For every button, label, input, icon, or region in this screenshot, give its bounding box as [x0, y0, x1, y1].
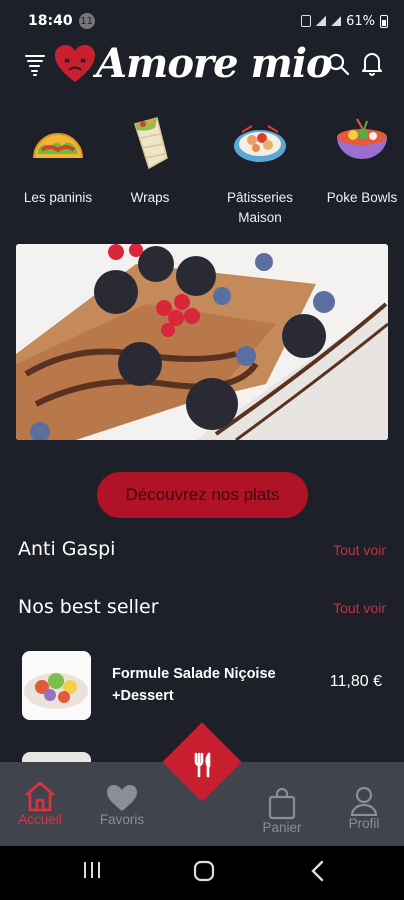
category-paninis[interactable]: Les paninis	[8, 112, 108, 208]
poke-bowl-icon	[332, 112, 392, 172]
category-list: Les paninis Wraps Pâtisseries Maison Pok…	[0, 112, 404, 232]
product-item[interactable]: Formule Salade Niçoise +Dessert 11,80 €	[22, 651, 386, 721]
wifi-signal-icon	[331, 16, 342, 26]
category-label: Pâtisseries Maison	[226, 190, 294, 225]
taco-icon	[28, 112, 88, 172]
status-icons: 61%	[301, 14, 388, 29]
product-name: Formule Salade Niçoise +Dessert	[112, 666, 276, 704]
dessert-illustration	[16, 244, 388, 440]
fork-knife-icon[interactable]	[188, 750, 218, 780]
battery-icon	[380, 14, 388, 28]
nav-cart[interactable]: Panier	[242, 784, 322, 835]
tornado-icon[interactable]	[24, 52, 46, 78]
status-bar: 18:40 11 61%	[0, 0, 404, 42]
lock-icon	[301, 15, 312, 27]
system-navigation-bar	[0, 846, 404, 900]
pastry-plate-icon	[230, 112, 290, 172]
discover-dishes-button[interactable]: Découvrez nos plats	[97, 472, 308, 518]
heart-icon	[82, 776, 162, 812]
shopping-bag-icon	[242, 784, 322, 820]
search-icon[interactable]	[326, 52, 350, 76]
category-wraps[interactable]: Wraps	[100, 112, 200, 208]
battery-percent: 61%	[346, 13, 375, 29]
notification-count-badge: 11	[78, 13, 95, 29]
nav-home[interactable]: Accueil	[0, 776, 80, 827]
category-poke-bowls[interactable]: Poke Bowls	[312, 112, 404, 208]
product-image	[22, 651, 91, 720]
cellular-signal-icon	[316, 16, 327, 26]
category-label: Les paninis	[23, 190, 93, 205]
nav-favorites[interactable]: Favoris	[82, 776, 162, 827]
product-price: 11,80 €	[329, 673, 382, 690]
nav-home-label: Accueil	[18, 812, 62, 827]
home-button-icon[interactable]	[193, 860, 215, 882]
user-icon	[324, 780, 404, 816]
status-time: 18:40	[28, 13, 73, 29]
brand-title: Amore mio	[96, 40, 333, 87]
app-header: Amore mio	[0, 40, 404, 88]
category-label: Poke Bowls	[326, 190, 398, 205]
nav-cart-label: Panier	[262, 820, 302, 835]
home-icon	[0, 776, 80, 812]
recent-apps-icon[interactable]	[82, 860, 102, 880]
bell-icon[interactable]	[360, 50, 384, 76]
nav-profile[interactable]: Profil	[324, 780, 404, 831]
back-icon[interactable]	[310, 860, 326, 882]
promo-banner-image[interactable]	[16, 244, 388, 440]
section-title-anti-gaspi: Anti Gaspi	[18, 538, 116, 560]
see-all-best-seller-link[interactable]: Tout voir	[333, 600, 386, 616]
nav-profile-label: Profil	[348, 816, 380, 831]
nav-favorites-label: Favoris	[99, 812, 145, 827]
category-patisseries[interactable]: Pâtisseries Maison	[210, 112, 310, 228]
see-all-anti-gaspi-link[interactable]: Tout voir	[333, 542, 386, 558]
heart-logo-icon	[55, 45, 95, 82]
wrap-icon	[120, 112, 180, 172]
category-label: Wraps	[130, 190, 170, 205]
section-title-best-seller: Nos best seller	[18, 596, 159, 618]
